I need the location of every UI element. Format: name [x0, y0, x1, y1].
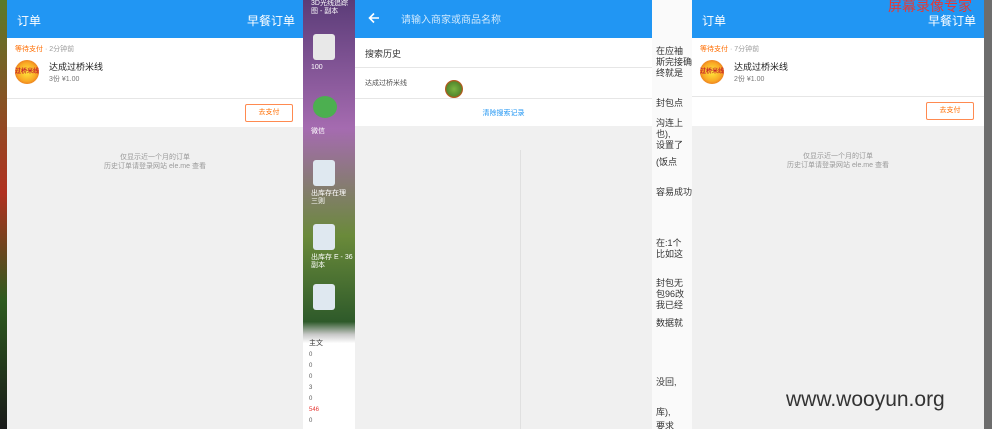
spreadsheet-icon[interactable] — [313, 284, 335, 310]
order-summary: 3份 ¥1.00 — [49, 76, 80, 83]
table-header: 主文 — [309, 340, 323, 347]
shop-logo-icon: 过桥米线 — [15, 60, 39, 84]
page-title: 订单 — [17, 14, 42, 28]
order-status: 等待支付 · 7分钟前 — [700, 44, 976, 54]
pay-button[interactable]: 去支付 — [926, 102, 974, 120]
history-title: 搜索历史 — [365, 49, 402, 59]
document-text: 数据就 — [656, 318, 684, 328]
background-desktop: 3D光线追踪 图 - 副本 100 微信 出库存在理 三则 出库存 E - 36… — [303, 0, 355, 429]
recorder-watermark: 屏幕录像专家 — [888, 0, 972, 15]
document-text: 容易成功 — [656, 187, 692, 197]
order-card[interactable]: 等待支付 · 2分钟前 过桥米线 达成过桥米线 3份 ¥1.00 去支付 — [7, 38, 303, 127]
divider — [355, 98, 652, 99]
search-panel: 搜索历史 达成过桥米线 清除搜索记录 — [355, 0, 652, 429]
status-badge: 等待支付 — [700, 46, 728, 53]
desktop-label: 3D光线追踪 图 - 副本 — [311, 0, 348, 15]
status-time: · 7分钟前 — [729, 46, 760, 53]
pay-button[interactable]: 去支付 — [245, 104, 293, 122]
divider — [692, 96, 984, 97]
desktop-label: 微信 — [311, 128, 325, 135]
divider — [520, 150, 521, 429]
search-history: 搜索历史 达成过桥米线 清除搜索记录 — [355, 38, 652, 126]
orders-panel-left: 订单 早餐订单 等待支付 · 2分钟前 过桥米线 达成过桥米线 3份 ¥1.00… — [7, 0, 303, 429]
divider — [355, 67, 652, 68]
divider — [7, 98, 303, 99]
document-text: 库), — [656, 407, 671, 417]
table-cell: 0 — [309, 374, 313, 380]
status-badge: 等待支付 — [15, 46, 43, 53]
app-bar: 订单 早餐订单 — [7, 0, 303, 38]
table-cell: 3 — [309, 385, 313, 391]
orders-panel-right: 订单 早餐订单 等待支付 · 7分钟前 过桥米线 达成过桥米线 2份 ¥1.00… — [692, 0, 984, 429]
background-document: 在应袖 斯完接确 终就是 封包点 沟连上 也), 设置了 (饭点 容易成功 在:… — [652, 0, 692, 429]
order-summary: 2份 ¥1.00 — [734, 76, 765, 83]
table-cell: 0 — [309, 363, 313, 369]
notice-line: 仅显示近一个月的订单 — [120, 154, 190, 161]
order-status: 等待支付 · 2分钟前 — [15, 44, 295, 54]
site-watermark: www.wooyun.org — [786, 388, 945, 411]
desktop-label: 100 — [311, 64, 323, 71]
history-notice: 仅显示近一个月的订单 历史订单请登录网站 ele.me 查看 — [7, 153, 303, 171]
document-text: 我已经 — [656, 300, 684, 310]
shop-name: 达成过桥米线 — [49, 62, 104, 72]
document-text: 封包点 — [656, 98, 684, 108]
back-arrow-icon[interactable] — [365, 9, 383, 27]
breakfast-orders-link[interactable]: 早餐订单 — [247, 12, 295, 29]
document-text: 没回, — [656, 377, 677, 387]
table-cell: 0 — [309, 352, 313, 358]
mouse-cursor-icon — [445, 80, 463, 98]
order-row[interactable]: 过桥米线 达成过桥米线 2份 ¥1.00 — [700, 60, 976, 86]
document-text: 比如这 — [656, 249, 684, 259]
notice-line: 仅显示近一个月的订单 — [803, 153, 873, 160]
shop-logo-icon: 过桥米线 — [700, 60, 724, 84]
status-time: · 2分钟前 — [44, 46, 75, 53]
document-text: (饭点 — [656, 157, 677, 167]
history-item[interactable]: 达成过桥米线 — [365, 78, 407, 88]
desktop-label: 出库存 E - 36 副本 — [311, 254, 353, 269]
order-row[interactable]: 过桥米线 达成过桥米线 3份 ¥1.00 — [15, 60, 295, 86]
search-bar — [355, 0, 652, 38]
document-text: 设置了 — [656, 140, 684, 150]
spreadsheet-icon[interactable] — [313, 224, 335, 250]
table-cell: 546 — [309, 407, 320, 413]
file-icon[interactable] — [313, 34, 335, 60]
shop-name: 达成过桥米线 — [734, 62, 789, 72]
document-text: 终就是 — [656, 68, 684, 78]
search-input[interactable] — [399, 10, 643, 30]
history-notice: 仅显示近一个月的订单 历史订单请登录网站 ele.me 查看 — [692, 152, 984, 170]
wechat-icon[interactable] — [313, 96, 337, 118]
page-title: 订单 — [702, 14, 727, 28]
notice-line: 历史订单请登录网站 ele.me 查看 — [787, 162, 889, 169]
document-text: 要求 — [656, 421, 675, 429]
notice-line: 历史订单请登录网站 ele.me 查看 — [104, 163, 206, 170]
background-desktop-left — [0, 0, 7, 429]
spreadsheet-icon[interactable] — [313, 160, 335, 186]
clear-history-link[interactable]: 清除搜索记录 — [355, 108, 652, 118]
background-desktop-right — [984, 0, 992, 429]
order-card[interactable]: 等待支付 · 7分钟前 过桥米线 达成过桥米线 2份 ¥1.00 去支付 — [692, 38, 984, 126]
table-cell: 0 — [309, 418, 313, 424]
table-cell: 0 — [309, 396, 313, 402]
desktop-label: 出库存在理 三则 — [311, 190, 346, 205]
